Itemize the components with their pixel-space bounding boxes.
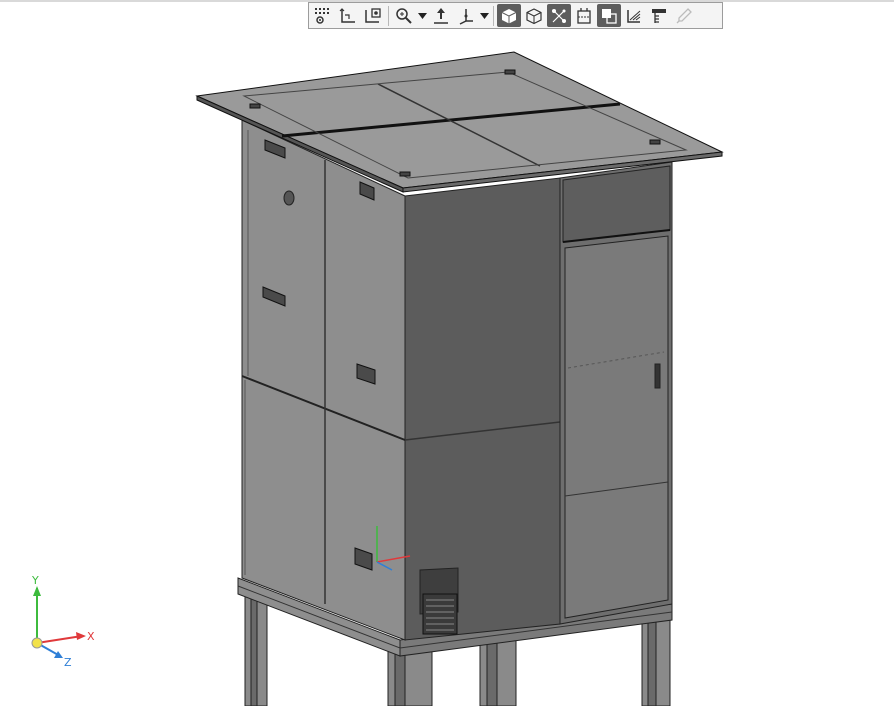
named-views-icon[interactable] bbox=[361, 4, 385, 27]
visibility-icon[interactable] bbox=[597, 4, 621, 27]
properties-icon[interactable] bbox=[647, 4, 671, 27]
cabinet-model bbox=[195, 51, 724, 707]
front-panel bbox=[404, 177, 561, 641]
snap-icon[interactable] bbox=[547, 4, 571, 27]
door-section bbox=[559, 161, 673, 625]
zoom-dropdown-chevron-icon[interactable] bbox=[417, 4, 428, 27]
z-axis-label: Z bbox=[64, 656, 72, 669]
toolbar-separator bbox=[493, 5, 494, 26]
pick-color-icon[interactable] bbox=[672, 4, 696, 27]
view-toolbar bbox=[308, 2, 723, 29]
vent-grille bbox=[422, 593, 458, 635]
orbit-icon[interactable] bbox=[454, 4, 478, 27]
layers-icon[interactable] bbox=[622, 4, 646, 27]
zoom-icon[interactable] bbox=[392, 4, 416, 27]
section-icon[interactable] bbox=[572, 4, 596, 27]
model-viewport[interactable]: Y X Z bbox=[0, 30, 894, 707]
axis-triad: Y X Z bbox=[31, 574, 95, 669]
orbit-dropdown-chevron-icon[interactable] bbox=[479, 4, 490, 27]
settings-grid-icon[interactable] bbox=[311, 4, 335, 27]
shaded-cube-icon[interactable] bbox=[497, 4, 521, 27]
ucs-icon[interactable] bbox=[336, 4, 360, 27]
pan-icon[interactable] bbox=[429, 4, 453, 27]
x-axis-label: X bbox=[87, 630, 95, 643]
wireframe-cube-icon[interactable] bbox=[522, 4, 546, 27]
toolbar-separator bbox=[388, 5, 389, 26]
y-axis-label: Y bbox=[31, 574, 39, 587]
